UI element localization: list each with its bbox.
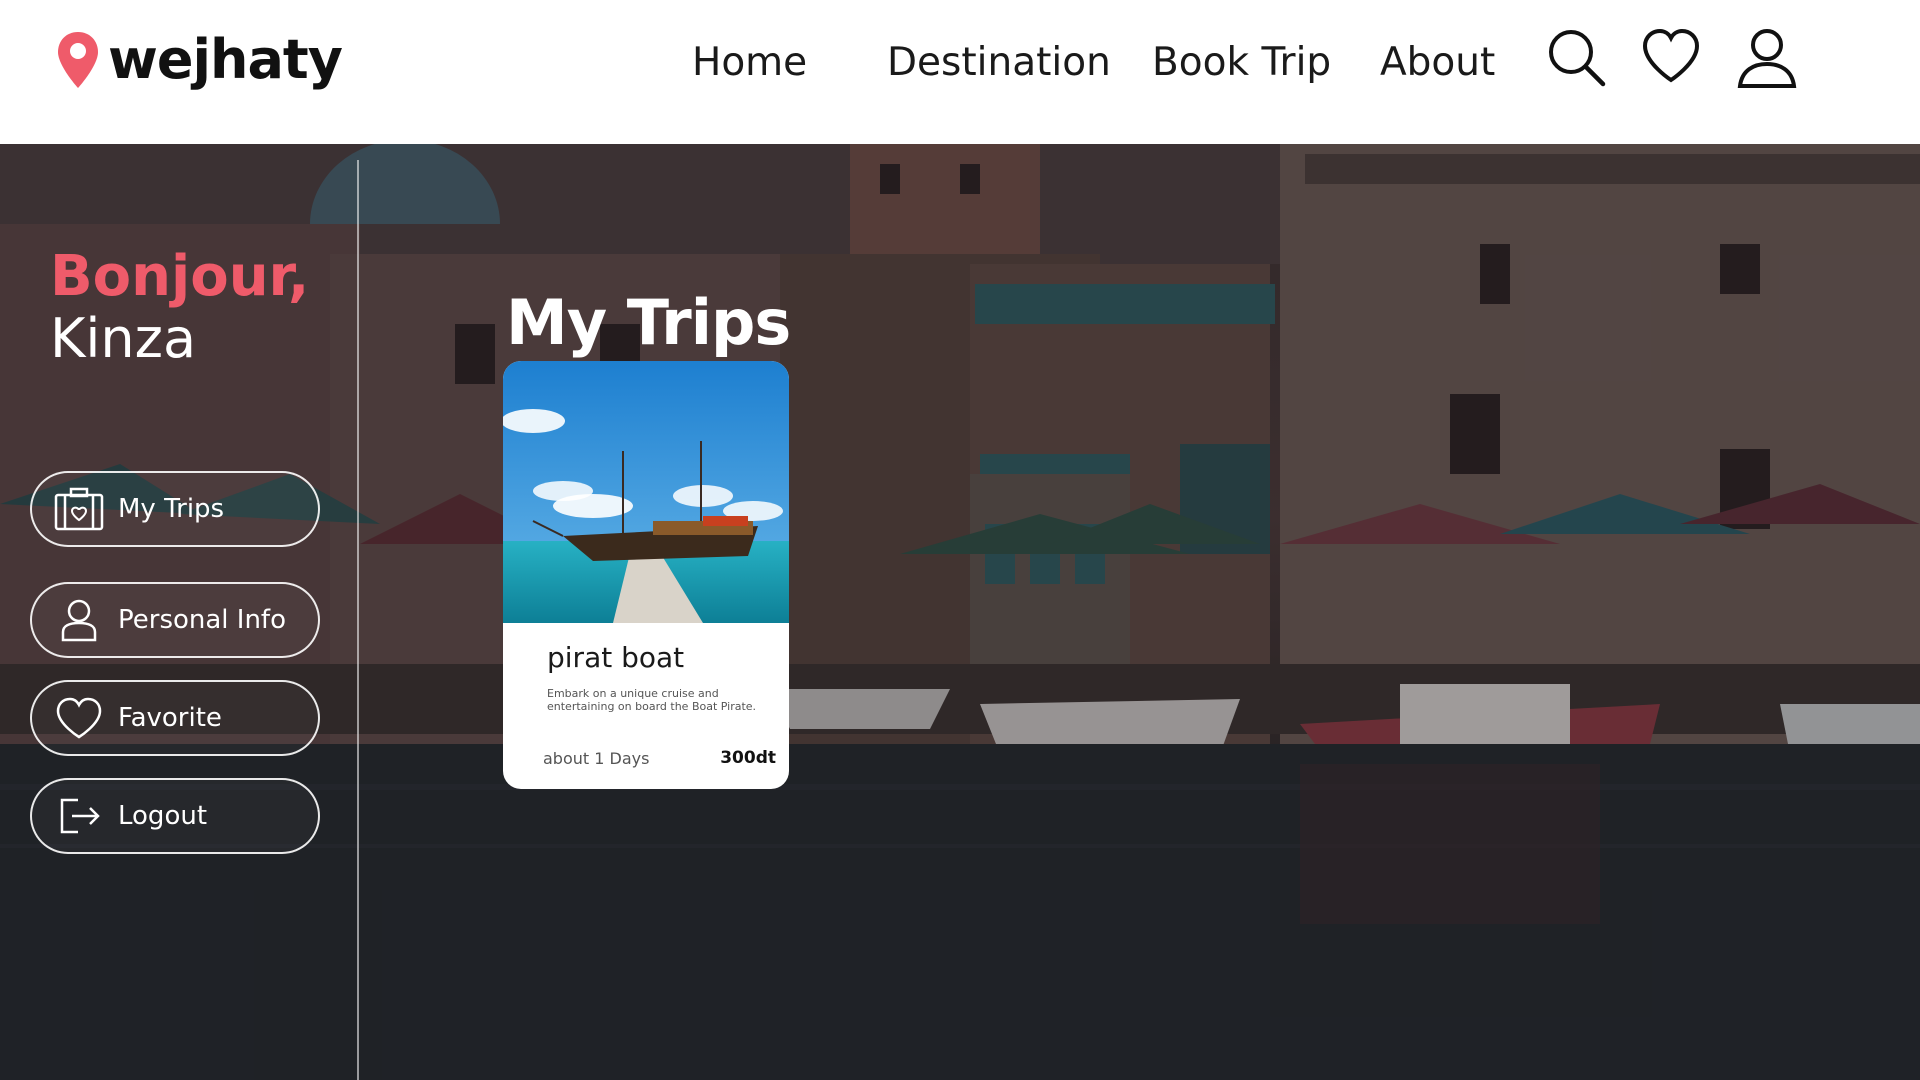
trip-description: Embark on a unique cruise and entertaini… bbox=[547, 687, 757, 713]
user-name: Kinza bbox=[50, 307, 197, 370]
user-icon bbox=[54, 598, 104, 642]
sidebar-divider bbox=[357, 160, 359, 1080]
sidebar-item-label: Personal Info bbox=[118, 605, 286, 635]
user-icon[interactable] bbox=[1736, 26, 1798, 88]
map-pin-icon bbox=[56, 30, 100, 90]
luggage-icon bbox=[54, 487, 104, 531]
trip-card[interactable]: pirat boat Embark on a unique cruise and… bbox=[503, 361, 789, 789]
trip-price: 300dt bbox=[720, 748, 776, 768]
search-icon[interactable] bbox=[1545, 26, 1607, 88]
trip-duration: about 1 Days bbox=[543, 749, 650, 768]
nav-home[interactable]: Home bbox=[692, 40, 807, 85]
sidebar-item-label: My Trips bbox=[118, 494, 225, 524]
user-greeting: Bonjour, Kinza bbox=[50, 246, 309, 370]
brand-logo[interactable]: wejhaty bbox=[56, 28, 343, 91]
sidebar-item-personal-info[interactable]: Personal Info bbox=[30, 582, 320, 658]
sidebar-item-label: Favorite bbox=[118, 703, 222, 733]
nav-book-trip[interactable]: Book Trip bbox=[1152, 40, 1331, 85]
sidebar-item-label: Logout bbox=[118, 801, 208, 831]
heart-icon bbox=[54, 696, 104, 740]
sidebar-item-favorite[interactable]: Favorite bbox=[30, 680, 320, 756]
brand-name: wejhaty bbox=[108, 28, 343, 91]
greeting-text: Bonjour, bbox=[50, 244, 310, 309]
trip-photo bbox=[503, 361, 789, 623]
logout-icon bbox=[54, 794, 104, 838]
page-title: My Trips bbox=[506, 285, 791, 359]
sidebar-item-logout[interactable]: Logout bbox=[30, 778, 320, 854]
top-nav-bar: wejhaty Home Destination Book Trip About bbox=[0, 0, 1920, 144]
heart-icon[interactable] bbox=[1640, 26, 1702, 88]
sidebar-item-my-trips[interactable]: My Trips bbox=[30, 471, 320, 547]
nav-about[interactable]: About bbox=[1380, 40, 1495, 85]
nav-destination[interactable]: Destination bbox=[887, 40, 1111, 85]
trip-title: pirat boat bbox=[547, 641, 685, 674]
